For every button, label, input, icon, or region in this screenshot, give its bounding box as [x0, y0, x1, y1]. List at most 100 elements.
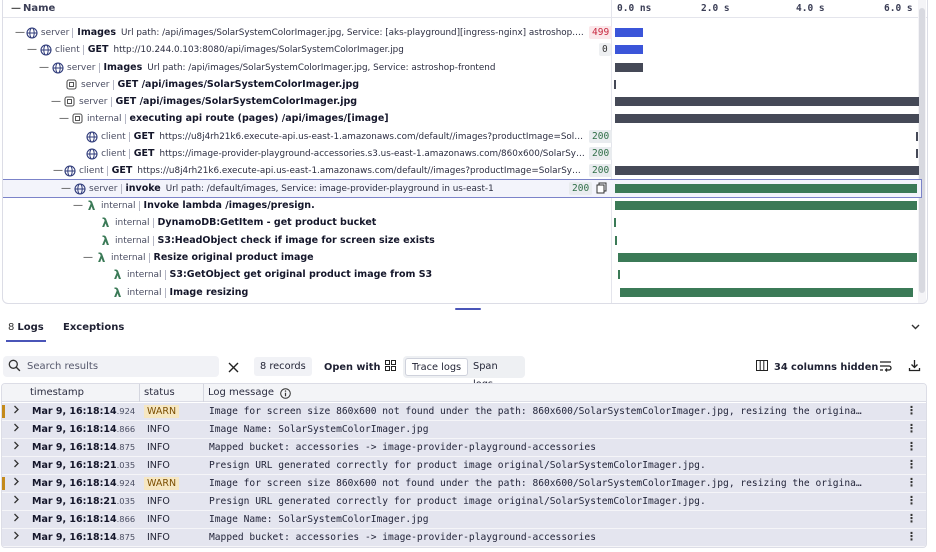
- log-row[interactable]: Mar 9, 16:18:14.924 WARN Image for screen …: [2, 475, 926, 493]
- divider: [112, 79, 114, 90]
- collapse-icon[interactable]: —: [27, 44, 39, 55]
- lambda-icon: λ: [87, 198, 96, 213]
- chevron-right-icon[interactable]: [13, 530, 20, 543]
- column-header-status[interactable]: status: [139, 384, 175, 402]
- more-options-icon[interactable]: ⋮: [906, 422, 917, 435]
- chevron-right-icon[interactable]: [13, 404, 20, 417]
- panel-resize-handle[interactable]: [455, 308, 481, 310]
- tab-exceptions[interactable]: Exceptions: [63, 322, 124, 333]
- columns-hidden-button[interactable]: 34 columns hidden: [756, 360, 878, 374]
- span-row[interactable]: — internal executing api route (pages) /ap…: [3, 110, 921, 127]
- collapse-icon[interactable]: —: [51, 96, 63, 107]
- log-row[interactable]: Mar 9, 16:18:14.924 WARN Image for screen …: [2, 403, 926, 421]
- column-header-log-message[interactable]: Log message: [203, 384, 291, 402]
- span-duration-bar[interactable]: [615, 201, 917, 210]
- info-icon[interactable]: [280, 387, 291, 399]
- span-row[interactable]: client GET https://image-provider-playgrou…: [3, 145, 921, 162]
- more-options-icon[interactable]: ⋮: [906, 404, 917, 417]
- span-duration-bar[interactable]: [614, 218, 616, 227]
- span-duration-bar[interactable]: [615, 28, 643, 37]
- span-duration-bar[interactable]: [615, 184, 917, 193]
- span-duration-bar[interactable]: [916, 149, 918, 158]
- span-row[interactable]: λ internal DynamoDB:GetItem - get product …: [3, 214, 921, 231]
- log-row[interactable]: Mar 9, 16:18:14.866 INFO Image Name: Solar…: [2, 511, 926, 529]
- span-title: invoke: [125, 183, 161, 195]
- more-options-icon[interactable]: ⋮: [906, 440, 917, 453]
- collapse-all-icon[interactable]: —: [11, 3, 23, 14]
- span-duration-bar[interactable]: [615, 45, 643, 54]
- trace-logs-option[interactable]: Trace logs: [405, 358, 469, 376]
- span-duration-bar[interactable]: [615, 166, 919, 175]
- lambda-icon: λ: [101, 215, 110, 230]
- span-row[interactable]: λ internal Image resizing: [3, 284, 921, 301]
- search-input[interactable]: [27, 356, 212, 377]
- name-column-header[interactable]: — Name: [11, 3, 55, 14]
- span-duration-bar[interactable]: [916, 132, 918, 141]
- span-row[interactable]: — server Images Url path: /api/images/Solar…: [3, 59, 921, 76]
- collapse-icon[interactable]: —: [39, 62, 51, 73]
- span-row[interactable]: client GET https://u8j4rh21k6.execute-api.…: [3, 128, 921, 145]
- table-header: timestamp status Log message: [2, 384, 926, 402]
- chevron-down-icon[interactable]: [911, 322, 920, 333]
- span-row[interactable]: — λ internal Invoke lambda /images/presign.: [3, 197, 921, 214]
- span-duration-bar[interactable]: [615, 63, 643, 72]
- log-row[interactable]: Mar 9, 16:18:14.875 INFO Mapped bucket: ac…: [2, 439, 926, 457]
- globe-icon: [64, 164, 76, 177]
- more-options-icon[interactable]: ⋮: [906, 458, 917, 471]
- divider: [120, 183, 122, 194]
- log-status-badge: INFO: [147, 424, 170, 435]
- span-row[interactable]: λ internal S3:GetObject get original produ…: [3, 266, 921, 283]
- chevron-right-icon[interactable]: [13, 494, 20, 507]
- span-row[interactable]: — server GET /api/images/SolarSystemColorI…: [3, 93, 921, 110]
- open-with-button[interactable]: Open with: [324, 360, 397, 374]
- tab-logs[interactable]: 8 Logs: [8, 322, 44, 333]
- span-duration-bar[interactable]: [620, 288, 913, 297]
- log-row[interactable]: Mar 9, 16:18:21.035 INFO Presign URL gener…: [2, 457, 926, 475]
- chevron-right-icon[interactable]: [13, 512, 20, 525]
- log-row[interactable]: Mar 9, 16:18:21.035 INFO Presign URL gener…: [2, 493, 926, 511]
- more-options-icon[interactable]: ⋮: [906, 494, 917, 507]
- collapse-icon[interactable]: —: [73, 200, 85, 211]
- span-duration-bar[interactable]: [618, 253, 917, 262]
- column-header-timestamp[interactable]: timestamp: [30, 384, 84, 402]
- span-row[interactable]: — server invoke Url path: /default/images, …: [3, 178, 922, 199]
- more-options-icon[interactable]: ⋮: [906, 512, 917, 525]
- timeline-tick: 0.0 ns: [617, 3, 652, 14]
- log-row[interactable]: Mar 9, 16:18:14.875 INFO Mapped bucket: ac…: [2, 529, 926, 547]
- span-row[interactable]: — server Images Url path: /api/images/Solar…: [3, 24, 921, 41]
- collapse-icon[interactable]: —: [59, 113, 71, 124]
- span-duration-bar[interactable]: [615, 236, 617, 245]
- collapse-icon[interactable]: —: [61, 183, 73, 194]
- span-row[interactable]: — λ internal Resize original product image: [3, 249, 921, 266]
- span-logs-option[interactable]: Span logs: [467, 358, 525, 390]
- download-icon[interactable]: [908, 359, 921, 375]
- wrap-lines-icon[interactable]: [879, 360, 892, 375]
- close-icon[interactable]: [224, 358, 242, 376]
- span-duration-bar[interactable]: [615, 97, 919, 106]
- span-row[interactable]: λ internal S3:HeadObject check if image fo…: [3, 232, 921, 249]
- span-row[interactable]: — client GET https://u8j4rh21k6.execute-api…: [3, 162, 921, 179]
- log-message: Mapped bucket: accessories -> image-prov…: [209, 442, 596, 453]
- chevron-right-icon[interactable]: [13, 458, 20, 471]
- collapse-icon[interactable]: —: [53, 165, 64, 176]
- span-duration-bar[interactable]: [614, 80, 616, 89]
- chevron-right-icon[interactable]: [13, 440, 20, 453]
- collapse-icon[interactable]: —: [15, 27, 26, 38]
- collapse-icon[interactable]: —: [83, 252, 95, 263]
- log-row[interactable]: Mar 9, 16:18:14.866 INFO Image Name: Solar…: [2, 421, 926, 439]
- span-duration-bar[interactable]: [618, 270, 620, 279]
- chevron-right-icon[interactable]: [13, 476, 20, 489]
- span-duration-bar[interactable]: [615, 114, 919, 123]
- span-row[interactable]: server GET /api/images/SolarSystemColorIm…: [3, 76, 921, 93]
- copy-icon[interactable]: [596, 182, 607, 197]
- span-detail: Url path: /default/images, Service: imag…: [165, 183, 494, 194]
- more-options-icon[interactable]: ⋮: [906, 530, 917, 543]
- more-options-icon[interactable]: ⋮: [906, 476, 917, 489]
- lambda-icon: λ: [97, 250, 106, 265]
- divider: [82, 44, 84, 55]
- log-message: Image Name: SolarSystemColorImager.jpg: [209, 514, 429, 525]
- span-row[interactable]: — client GET http://10.244.0.103:8080/api/i…: [3, 41, 921, 58]
- chevron-right-icon[interactable]: [13, 422, 20, 435]
- logs-table: timestamp status Log message Mar 9, 16:1…: [1, 383, 927, 548]
- timeline-tick: 6.0 s: [884, 3, 913, 14]
